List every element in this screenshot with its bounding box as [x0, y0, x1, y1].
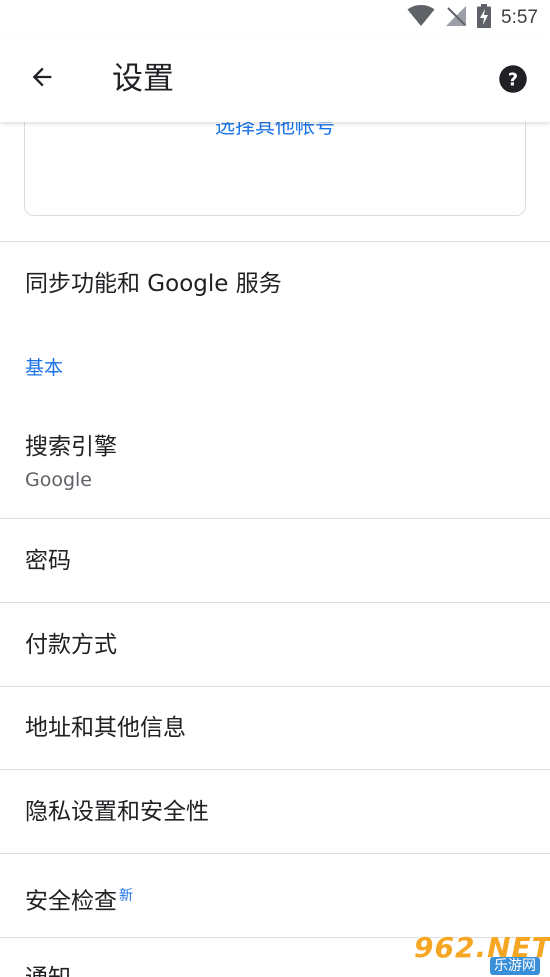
app-bar: 设置 ?: [0, 36, 550, 122]
no-signal-icon: [445, 5, 467, 31]
watermark-site: 乐游网: [490, 957, 540, 975]
safety-check-label-wrap: 安全检查新: [25, 880, 133, 918]
passwords-label: 密码: [25, 548, 71, 574]
back-button[interactable]: [24, 61, 60, 97]
status-bar: 5:57: [0, 0, 550, 36]
payment-methods-label: 付款方式: [25, 632, 117, 658]
privacy-security-label: 隐私设置和安全性: [25, 799, 209, 825]
search-engine-label: 搜索引擎: [25, 434, 117, 460]
page-title: 设置: [112, 61, 174, 97]
status-time: 5:57: [501, 7, 538, 28]
sync-google-services-item[interactable]: 同步功能和 Google 服务: [0, 242, 550, 328]
account-card: 选择其他帐号: [24, 122, 526, 216]
settings-list[interactable]: 选择其他帐号 同步功能和 Google 服务 基本 搜索引擎 Google 密码…: [0, 122, 550, 977]
battery-charging-icon: [477, 4, 492, 32]
new-badge: 新: [119, 888, 133, 904]
watermark-logo: 962.NET 乐游网: [404, 931, 550, 975]
search-engine-item[interactable]: 搜索引擎 Google: [0, 404, 550, 518]
help-button[interactable]: ?: [498, 64, 528, 94]
addresses-label: 地址和其他信息: [25, 715, 186, 741]
privacy-security-item[interactable]: 隐私设置和安全性: [0, 770, 550, 853]
help-circle-icon: ?: [498, 65, 528, 98]
choose-other-account-button[interactable]: 选择其他帐号: [25, 122, 525, 141]
status-icons: 5:57: [407, 4, 538, 32]
section-header-basic: 基本: [25, 357, 64, 379]
arrow-back-icon: [28, 63, 56, 95]
safety-check-label: 安全检查: [25, 888, 117, 915]
wifi-icon: [407, 5, 435, 31]
notifications-label: 通知: [25, 962, 71, 977]
passwords-item[interactable]: 密码: [0, 519, 550, 602]
addresses-item[interactable]: 地址和其他信息: [0, 687, 550, 769]
search-engine-value: Google: [25, 469, 93, 491]
safety-check-item[interactable]: 安全检查新: [0, 854, 550, 937]
svg-text:?: ?: [508, 70, 518, 90]
sync-google-services-label: 同步功能和 Google 服务: [25, 271, 282, 297]
payment-methods-item[interactable]: 付款方式: [0, 603, 550, 686]
